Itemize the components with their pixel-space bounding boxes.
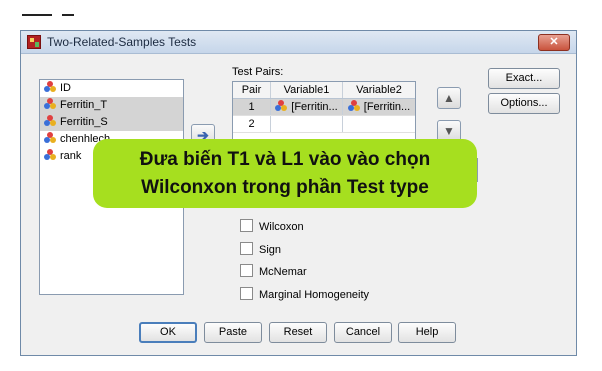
checkbox-label: Sign [259,244,282,256]
checkbox-box[interactable] [240,287,253,300]
variable2-cell[interactable] [343,116,415,132]
test-type-group: Wilcoxon Sign McNemar Marginal Homogenei… [228,211,468,311]
scale-variable-icon [44,132,56,144]
title-bar[interactable]: Two-Related-Samples Tests ✕ [21,31,576,54]
scale-variable-icon [275,100,288,112]
list-item[interactable]: Ferritin_S [40,114,183,131]
arrow-down-icon: ▼ [443,124,455,138]
top-strip-mark [62,14,74,16]
cancel-label: Cancel [345,326,381,338]
variable1-cell[interactable]: [Ferritin... [271,99,343,115]
column-header: Variable2 [356,84,402,96]
pair-cell: 2 [233,116,271,132]
app-icon [27,35,41,49]
variable-label: ID [60,82,71,94]
move-up-button[interactable]: ▲ [437,87,461,109]
variable-label: Ferritin_T [60,99,108,111]
reset-button[interactable]: Reset [269,322,327,343]
table-header: Pair Variable1 Variable2 [233,82,415,99]
mcnemar-checkbox[interactable]: McNemar [240,264,307,280]
scale-variable-icon [44,98,56,110]
reset-label: Reset [283,326,313,338]
ok-button[interactable]: OK [139,322,197,343]
instruction-callout: Đưa biến T1 và L1 vào vào chọn Wilconxon… [93,139,477,208]
checkbox-label: Marginal Homogeneity [259,289,370,301]
variable2-value: [Ferritin... [363,101,411,113]
variable-label: Ferritin_S [60,116,108,128]
ok-label: OK [160,326,176,338]
sign-checkbox[interactable]: Sign [240,242,281,258]
close-button[interactable]: ✕ [538,34,570,51]
checkbox-box[interactable] [240,264,253,277]
checkbox-box[interactable] [240,242,253,255]
wilcoxon-checkbox[interactable]: Wilcoxon [240,219,304,235]
marginal-homogeneity-checkbox[interactable]: Marginal Homogeneity [240,287,369,303]
variable1-cell[interactable] [271,116,343,132]
scale-variable-icon [44,81,56,93]
exact-label: Exact... [505,72,543,84]
checkbox-box[interactable] [240,219,253,232]
column-header: Variable1 [271,82,343,98]
test-pairs-label: Test Pairs: [232,66,284,78]
list-item[interactable]: ID [40,80,183,97]
pair-cell: 1 [233,99,271,115]
options-label: Options... [500,97,548,109]
help-button[interactable]: Help [398,322,456,343]
paste-label: Paste [218,326,248,338]
checkbox-label: Wilcoxon [259,221,304,233]
column-header: Pair [233,82,271,98]
window-title: Two-Related-Samples Tests [47,35,197,49]
variable-label: rank [60,150,82,162]
scale-variable-icon [44,149,56,161]
options-button[interactable]: Options... [488,93,560,114]
checkbox-label: McNemar [259,266,307,278]
arrow-up-icon: ▲ [443,91,455,105]
scale-variable-icon [44,115,56,127]
table-row[interactable]: 1 [Ferritin... [Ferritin... [233,99,415,116]
callout-line-1: Đưa biến T1 và L1 vào vào chọn [139,149,431,170]
table-row[interactable]: 2 [233,116,415,133]
top-strip-mark [22,14,52,16]
list-item[interactable]: Ferritin_T [40,97,183,114]
callout-line-2: Wilconxon trong phần Test type [141,177,429,198]
exact-button[interactable]: Exact... [488,68,560,89]
cancel-button[interactable]: Cancel [334,322,392,343]
top-strip [0,0,602,24]
scale-variable-icon [347,100,360,112]
variable2-cell[interactable]: [Ferritin... [343,99,415,115]
variable1-value: [Ferritin... [291,101,338,113]
help-label: Help [415,326,439,338]
paste-button[interactable]: Paste [204,322,262,343]
